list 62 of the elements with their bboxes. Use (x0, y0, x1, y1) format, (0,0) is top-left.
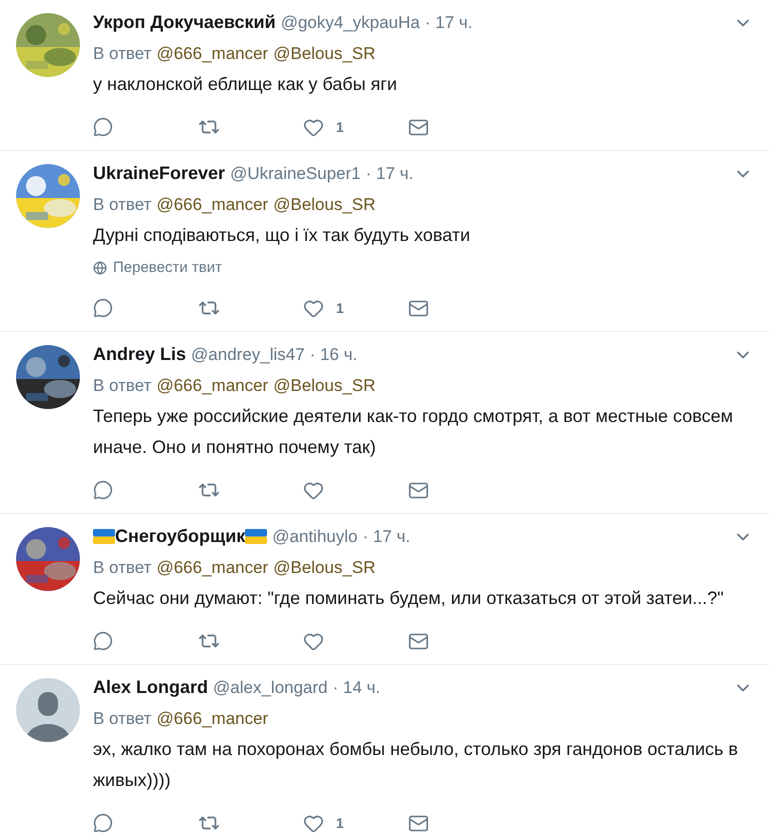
mention-link[interactable]: @666_mancer (156, 192, 268, 218)
user-name[interactable]: Укроп Докучаевский (93, 9, 276, 36)
message-icon[interactable] (408, 116, 429, 138)
mention-link[interactable]: @666_mancer (156, 554, 268, 580)
like-icon[interactable] (303, 298, 324, 318)
reply-label: В ответ (93, 42, 152, 65)
user-name[interactable]: Alex Longard (93, 674, 208, 701)
reply-icon[interactable] (93, 298, 113, 318)
message-icon[interactable] (408, 298, 429, 318)
tweet-card[interactable]: UkraineForever @UkraineSuper1 · 17 ч. В ответ @666_mancer @Belous_SR Дурні сподіваються, що і їх так будуть ховати Перевести твит 1 (0, 151, 769, 332)
like-icon[interactable] (303, 116, 324, 138)
like-count: 1 (336, 814, 344, 832)
user-name[interactable]: UkraineForever (93, 160, 226, 187)
user-handle[interactable]: @antihuylo (272, 524, 358, 550)
message-icon[interactable] (408, 480, 429, 500)
ukraine-flag-icon (93, 529, 115, 544)
tweet-time[interactable]: · 16 ч. (310, 342, 358, 368)
default-avatar-icon (16, 678, 80, 742)
mention-link[interactable]: @Belous_SR (273, 372, 376, 398)
tweet-card[interactable]: Укроп Докучаевский @goky4_ykpauHa · 17 ч. В ответ @666_mancer @Belous_SR у наклонской еблище как у бабы яги 1 (0, 0, 769, 151)
tweet-time[interactable]: · 17 ч. (366, 160, 414, 186)
tweet-time[interactable]: · 17 ч. (424, 10, 472, 36)
tweet-text: Дурні сподіваються, що і їх так будуть ховати (93, 224, 472, 247)
message-icon[interactable] (408, 630, 429, 652)
translate-link[interactable]: Перевести твит (93, 256, 222, 280)
user-name[interactable]: Andrey Lis (93, 341, 186, 368)
mention-link[interactable]: @Belous_SR (273, 192, 376, 218)
user-name[interactable]: Снегоуборщик (115, 523, 246, 550)
message-icon[interactable] (408, 812, 429, 834)
like-count: 1 (336, 118, 344, 136)
user-handle[interactable]: @goky4_ykpauHa (280, 10, 420, 36)
globe-icon (93, 261, 107, 275)
tweet-time[interactable]: · 17 ч. (362, 524, 410, 550)
tweet-text: Сейчас они думают: "где поминать будем, или отказаться от этой затеи...?" (93, 587, 725, 610)
tweet-text: у наклонской еблище как у бабы яги (93, 73, 398, 96)
mention-link[interactable]: @666_mancer (156, 706, 268, 732)
user-handle[interactable]: @UkraineSuper1 (230, 160, 361, 186)
reply-label: В ответ (93, 374, 152, 397)
reply-icon[interactable] (93, 480, 113, 500)
reply-icon[interactable] (93, 813, 113, 833)
like-icon[interactable] (303, 480, 324, 500)
mention-link[interactable]: @Belous_SR (273, 40, 376, 66)
reply-label: В ответ (93, 194, 152, 216)
like-icon[interactable] (303, 630, 324, 652)
reply-icon[interactable] (93, 631, 113, 651)
mention-link[interactable]: @666_mancer (156, 40, 268, 66)
tweet-time[interactable]: · 14 ч. (332, 674, 380, 700)
like-icon[interactable] (303, 812, 324, 834)
mention-link[interactable]: @666_mancer (156, 372, 268, 398)
tweet-card[interactable]: Снегоуборщик @antihuylo · 17 ч. В ответ @666_mancer @Belous_SR Сейчас они думают: "где поминать будем, или отказаться от этой затеи...?" (0, 514, 769, 665)
tweet-card[interactable]: Andrey Lis @andrey_lis47 · 16 ч. В ответ @666_mancer @Belous_SR Теперь уже российские деятели как-то гордо смотрят, а вот местные совсем иначе. Оно и понятно почему так) (0, 332, 769, 514)
tweet-text: эх, жалко там на похоронах бомбы небыло, столько зря гандонов остались в живых)))) (93, 738, 739, 792)
tweet-card[interactable]: Alex Longard @alex_longard · 14 ч. В ответ @666_mancer эх, жалко там на похоронах бомбы небыло, столько зря гандонов остались в живых)))) 1 (0, 665, 769, 837)
reply-icon[interactable] (93, 117, 113, 137)
like-count: 1 (336, 298, 344, 318)
reply-label: В ответ (93, 708, 152, 730)
user-handle[interactable]: @alex_longard (213, 674, 328, 700)
mention-link[interactable]: @Belous_SR (273, 554, 376, 580)
user-handle[interactable]: @andrey_lis47 (191, 342, 305, 368)
reply-label: В ответ (93, 556, 152, 579)
ukraine-flag-icon (245, 529, 268, 544)
tweet-text: Теперь уже российские деятели как-то гордо смотрят, а вот местные совсем иначе. Оно и понятно почему так) (93, 405, 734, 459)
